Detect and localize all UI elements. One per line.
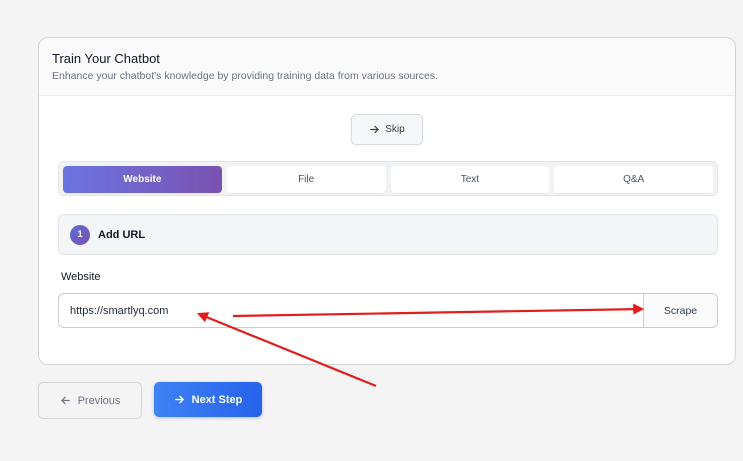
skip-button[interactable]: Skip xyxy=(351,114,423,145)
page: Train Your Chatbot Enhance your chatbot'… xyxy=(0,0,743,461)
website-field-label: Website xyxy=(61,271,101,283)
arrow-right-icon xyxy=(174,395,184,404)
skip-label: Skip xyxy=(385,124,405,135)
previous-label: Previous xyxy=(77,394,121,407)
arrow-right-icon xyxy=(370,125,380,134)
add-url-step: 1 Add URL xyxy=(58,214,718,255)
previous-button[interactable]: Previous xyxy=(38,382,142,419)
step-number-badge: 1 xyxy=(70,224,90,245)
scrape-button[interactable]: Scrape xyxy=(643,293,718,328)
card-subtitle: Enhance your chatbot's knowledge by prov… xyxy=(52,70,439,82)
train-chatbot-card: Train Your Chatbot Enhance your chatbot'… xyxy=(38,37,736,365)
source-tabs: Website File Text Q&A xyxy=(58,161,718,196)
tab-qa[interactable]: Q&A xyxy=(554,166,713,193)
step-label: Add URL xyxy=(98,228,146,241)
tab-text[interactable]: Text xyxy=(390,166,550,193)
next-step-label: Next Step xyxy=(191,393,243,406)
tab-website[interactable]: Website xyxy=(63,166,222,193)
card-title: Train Your Chatbot xyxy=(52,51,160,66)
arrow-left-icon xyxy=(60,396,70,405)
card-header: Train Your Chatbot Enhance your chatbot'… xyxy=(39,38,735,96)
next-step-button[interactable]: Next Step xyxy=(154,382,262,417)
tab-file[interactable]: File xyxy=(226,166,386,193)
website-url-input[interactable] xyxy=(58,293,644,328)
